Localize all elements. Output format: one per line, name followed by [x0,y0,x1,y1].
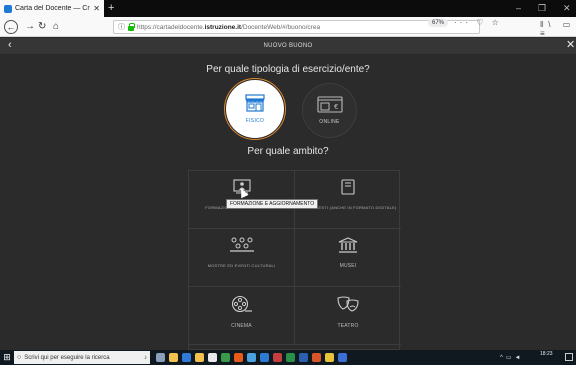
minimize-icon[interactable]: – [516,2,521,14]
app-icon[interactable] [260,353,269,362]
url-text: https://cartadeldocente.istruzione.it/Do… [137,23,321,31]
app-icon[interactable] [247,353,256,362]
page-content: ‹ NUOVO BUONO ✕ Per quale tipologia di e… [0,38,576,350]
zoom-indicator[interactable]: 67% [428,19,449,27]
reload-icon[interactable]: ↻ [38,20,46,33]
tab-close-icon[interactable]: ✕ [93,4,100,13]
online-shop-icon: € [316,96,343,113]
close-icon[interactable]: ✕ [566,39,575,52]
file-explorer-icon[interactable] [169,353,178,362]
type-option-label: ONLINE [319,119,340,125]
category-mostre[interactable]: MOSTRE ED EVENTI CULTURALI [189,229,295,287]
library-icon[interactable]: ‖\ ▭ ≡ [540,20,576,38]
address-bar[interactable]: ⓘ https://cartadeldocente.istruzione.it/… [113,20,480,34]
scope-question: Per quale ambito? [247,146,329,157]
restore-icon[interactable]: ❐ [538,2,546,14]
type-option-online[interactable]: € ONLINE [302,83,357,138]
app-icon[interactable] [208,353,217,362]
app-icon[interactable] [325,353,334,362]
firefox-icon[interactable] [234,353,243,362]
type-option-label: FISICO [245,118,265,124]
taskbar-search[interactable]: ○ Scrivi qui per eseguire la ricerca ♪ [14,351,150,364]
network-icon[interactable]: ▭ [506,354,512,361]
tab-title: Carta del Docente — Crea buo [15,5,90,12]
powerpoint-icon[interactable] [312,353,321,362]
page-title: NUOVO BUONO [263,43,313,49]
film-reel-icon [231,295,252,313]
browser-tab-strip: Carta del Docente — Crea buo ✕ + – ❐ ✕ [0,0,576,17]
edge-icon[interactable] [182,353,191,362]
app-icon[interactable] [338,353,347,362]
search-icon: ○ [17,354,22,361]
notification-icon[interactable] [565,353,573,361]
site-favicon-icon [4,4,12,13]
browser-toolbar: ← → ↻ ⌂ ⓘ https://cartadeldocente.istruz… [0,17,576,38]
category-label: CINEMA [231,323,252,329]
museum-icon [338,237,358,253]
excel-icon[interactable] [286,353,295,362]
microphone-icon[interactable]: ♪ [144,355,147,361]
audience-icon [229,237,254,252]
category-label: TEATRO [337,323,359,329]
info-icon[interactable]: ⓘ [118,22,125,32]
windows-start-icon[interactable]: ⊞ [0,350,14,365]
category-grid: FORMAZIONE E AGGIORNAMENTO LIBRI E TESTI… [188,170,401,350]
type-question: Per quale tipologia di esercizio/ente? [206,64,370,75]
windows-taskbar: ⊞ ○ Scrivi qui per eseguire la ricerca ♪… [0,350,576,365]
category-cinema[interactable]: CINEMA [189,287,295,345]
theater-masks-icon [337,296,359,312]
volume-icon[interactable]: ◄ [515,355,521,361]
type-option-fisico[interactable]: FISICO [224,78,286,140]
browser-tab[interactable]: Carta del Docente — Crea buo ✕ [0,0,104,17]
category-musei[interactable]: MUSEI [295,229,401,287]
page-header: ‹ NUOVO BUONO ✕ [0,38,576,54]
new-tab-button[interactable]: + [108,1,114,15]
app-icon[interactable] [273,353,282,362]
category-label: MOSTRE ED EVENTI CULTURALI [207,263,276,268]
page-actions-icon[interactable]: ··· ♡ ☆ [454,18,502,27]
chevron-up-icon[interactable]: ^ [500,355,503,361]
system-tray[interactable]: ^ ▭ ◄ [500,350,520,365]
taskbar-apps [156,353,347,362]
back-icon[interactable]: ← [4,20,18,34]
category-teatro[interactable]: TEATRO [295,287,401,345]
book-icon [341,179,355,195]
taskbar-search-placeholder: Scrivi qui per eseguire la ricerca [24,354,110,361]
store-icon[interactable] [195,353,204,362]
home-icon[interactable]: ⌂ [53,20,59,33]
lock-icon [128,22,135,31]
task-view-icon[interactable] [156,353,165,362]
app-icon[interactable] [221,353,230,362]
forward-icon[interactable]: → [25,20,35,33]
svg-text:€: € [334,103,338,111]
tooltip: FORMAZIONE E AGGIORNAMENTO [226,199,319,209]
system-clock[interactable]: 18:23 [540,351,553,357]
window-close-icon[interactable]: ✕ [563,2,571,14]
word-icon[interactable] [299,353,308,362]
storefront-icon [245,94,265,112]
category-label: MUSEI [339,263,357,269]
